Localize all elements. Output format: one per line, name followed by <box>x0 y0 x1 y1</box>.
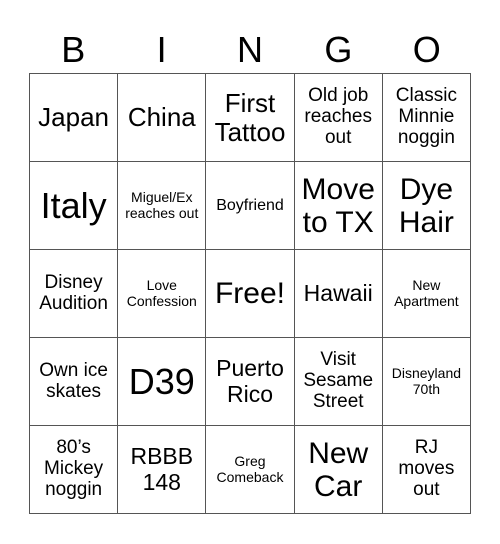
cell-text: New Car <box>308 436 369 503</box>
cell-text: Disneyland 70th <box>391 365 462 397</box>
cell-text: Classic Minnie noggin <box>395 85 457 148</box>
cell-text: First Tattoo <box>214 87 286 147</box>
bingo-cell[interactable]: Love Confession <box>118 250 207 338</box>
bingo-cell[interactable]: Hawaii <box>294 250 383 338</box>
bingo-grid: Japan China First Tattoo Old job reaches… <box>29 73 471 514</box>
free-space[interactable]: Free! <box>206 250 295 338</box>
bingo-cell[interactable]: Classic Minnie noggin <box>382 74 471 162</box>
cell-text: Free! <box>214 277 285 310</box>
bingo-cell[interactable]: Disney Audition <box>30 250 119 338</box>
header-letter-n: N <box>236 29 263 70</box>
bingo-header: B I N G O <box>29 28 471 72</box>
bingo-cell[interactable]: China <box>118 74 207 162</box>
bingo-cell[interactable]: Dye Hair <box>382 162 471 250</box>
cell-text: Love Confession <box>126 277 197 309</box>
cell-text: RBBB 148 <box>130 443 194 495</box>
bingo-cell[interactable]: Japan <box>30 74 119 162</box>
bingo-cell[interactable]: Miguel/Ex reaches out <box>118 162 207 250</box>
cell-text: D39 <box>128 360 195 402</box>
bingo-cell[interactable]: D39 <box>118 338 207 426</box>
cell-text: New Apartment <box>394 277 459 309</box>
bingo-cell[interactable]: RJ moves out <box>382 426 471 514</box>
bingo-cell[interactable]: First Tattoo <box>206 74 295 162</box>
cell-text: Japan <box>38 102 110 133</box>
cell-text: Puerto Rico <box>216 355 284 407</box>
bingo-cell[interactable]: Boyfriend <box>206 162 295 250</box>
cell-text: Old job reaches out <box>304 85 372 148</box>
bingo-cell[interactable]: Own ice skates <box>30 338 119 426</box>
bingo-cell[interactable]: Italy <box>30 162 119 250</box>
cell-text: Dye Hair <box>398 172 454 239</box>
cell-text: RJ moves out <box>398 437 455 500</box>
cell-text: Move to TX <box>301 172 375 239</box>
header-letter-i: I <box>156 29 167 70</box>
cell-text: China <box>127 102 196 133</box>
cell-text: Miguel/Ex reaches out <box>125 189 199 221</box>
cell-text: Own ice skates <box>39 359 108 402</box>
cell-text: Hawaii <box>303 279 373 306</box>
cell-text: Visit Sesame Street <box>303 349 374 412</box>
bingo-cell[interactable]: Puerto Rico <box>206 338 295 426</box>
bingo-cell[interactable]: Disneyland 70th <box>382 338 471 426</box>
bingo-cell[interactable]: Old job reaches out <box>294 74 383 162</box>
header-letter-o: O <box>412 29 441 70</box>
cell-text: Disney Audition <box>39 271 108 314</box>
cell-text: 80’s Mickey noggin <box>44 437 104 500</box>
bingo-cell[interactable]: RBBB 148 <box>118 426 207 514</box>
header-letter-g: G <box>324 29 353 70</box>
cell-text: Greg Comeback <box>216 453 284 485</box>
cell-text: Boyfriend <box>216 196 284 214</box>
bingo-cell[interactable]: Move to TX <box>294 162 383 250</box>
bingo-cell[interactable]: New Car <box>294 426 383 514</box>
bingo-cell[interactable]: Visit Sesame Street <box>294 338 383 426</box>
cell-text: Italy <box>40 184 107 226</box>
bingo-cell[interactable]: Greg Comeback <box>206 426 295 514</box>
bingo-cell[interactable]: 80’s Mickey noggin <box>30 426 119 514</box>
bingo-cell[interactable]: New Apartment <box>382 250 471 338</box>
header-letter-b: B <box>61 29 86 70</box>
